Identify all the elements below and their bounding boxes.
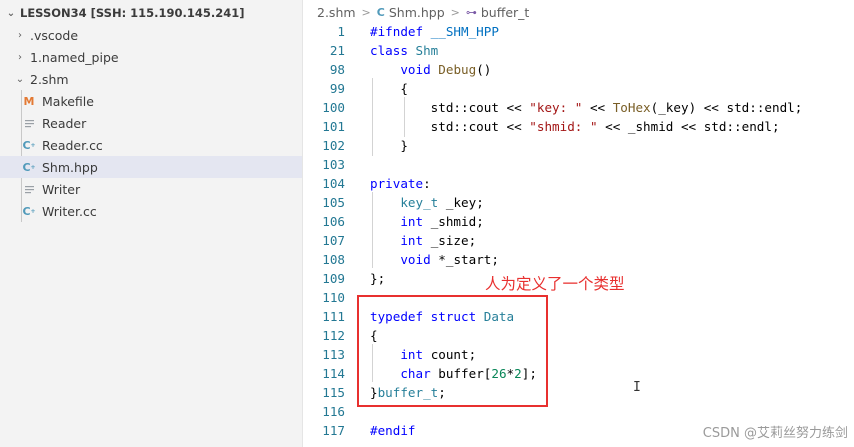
tree-item-label: Writer.cc: [42, 203, 97, 219]
line-number: 110: [322, 290, 345, 305]
code-line[interactable]: 99 {: [303, 79, 854, 98]
breadcrumb-folder[interactable]: 2.shm: [317, 5, 356, 20]
tree-item-label: Reader: [42, 115, 87, 131]
code-line[interactable]: 100 std::cout << "key: " << ToHex(_key) …: [303, 98, 854, 117]
explorer-root-header[interactable]: ⌄ LESSON34 [SSH: 115.190.145.241]: [4, 3, 245, 23]
tree-item-vscode[interactable]: › .vscode: [0, 24, 302, 46]
line-number: 21: [329, 43, 345, 58]
code-line[interactable]: 106 int _shmid;: [303, 212, 854, 231]
code-line[interactable]: 102 }: [303, 136, 854, 155]
tree-item-named-pipe[interactable]: › 1.named_pipe: [0, 46, 302, 68]
tree-item-label: Makefile: [42, 93, 94, 109]
tree-item-reader[interactable]: Reader: [0, 112, 302, 134]
chevron-down-icon: ⌄: [6, 7, 16, 19]
tree-item-label: 2.shm: [30, 71, 69, 87]
breadcrumb-file[interactable]: Shm.hpp: [389, 5, 445, 20]
code-line[interactable]: 21 class Shm: [303, 41, 854, 60]
code-text: int _size;: [400, 233, 477, 248]
text-cursor-icon: I: [633, 380, 641, 395]
tree-item-makefile[interactable]: M Makefile: [0, 90, 302, 112]
line-number: 107: [322, 233, 345, 248]
code-text: void *_start;: [400, 252, 499, 267]
chevron-right-icon: >: [450, 5, 460, 19]
line-number: 112: [322, 328, 345, 343]
line-number: 105: [322, 195, 345, 210]
line-number: 111: [322, 309, 345, 324]
code-line[interactable]: 1 #ifndef __SHM_HPP: [303, 22, 854, 41]
line-number: 98: [329, 62, 345, 77]
code-line[interactable]: 104 private:: [303, 174, 854, 193]
explorer-sidebar: ⌄ LESSON34 [SSH: 115.190.145.241] › .vsc…: [0, 0, 303, 447]
code-text: int _shmid;: [400, 214, 484, 229]
code-text: key_t _key;: [400, 195, 484, 210]
line-number: 103: [322, 157, 345, 172]
code-line[interactable]: 103: [303, 155, 854, 174]
explorer-root-label: LESSON34 [SSH: 115.190.145.241]: [20, 6, 245, 20]
line-number: 113: [322, 347, 345, 362]
code-line[interactable]: 107 int _size;: [303, 231, 854, 250]
chevron-right-icon: ›: [18, 29, 22, 41]
code-text: void Debug(): [400, 62, 492, 77]
line-number: 99: [329, 81, 345, 96]
breadcrumb-symbol[interactable]: buffer_t: [481, 5, 529, 20]
line-number: 115: [322, 385, 345, 400]
tree-item-label: Writer: [42, 181, 81, 197]
code-line[interactable]: 101 std::cout << "shmid: " << _shmid << …: [303, 117, 854, 136]
cpp-icon: C +: [22, 160, 36, 174]
line-number: 114: [322, 366, 345, 381]
makefile-icon: M: [23, 94, 35, 108]
annotation-text: 人为定义了一个类型: [485, 275, 625, 293]
tree-item-label: .vscode: [30, 27, 79, 43]
line-number: 109: [322, 271, 345, 286]
chevron-right-icon: >: [361, 5, 371, 19]
file-icon: [22, 116, 36, 130]
code-text: std::cout << "shmid: " << _shmid << std:…: [430, 119, 780, 134]
tree-item-shm-hpp[interactable]: C + Shm.hpp: [0, 156, 302, 178]
line-number: 102: [322, 138, 345, 153]
code-line[interactable]: 98 void Debug(): [303, 60, 854, 79]
tree-item-reader-cc[interactable]: C + Reader.cc: [0, 134, 302, 156]
cpp-icon: C +: [22, 204, 36, 218]
code-text: {: [370, 81, 408, 96]
code-text: private:: [370, 176, 431, 191]
line-number: 108: [322, 252, 345, 267]
tree-item-label: Shm.hpp: [42, 159, 98, 175]
code-line[interactable]: 105 key_t _key;: [303, 193, 854, 212]
chevron-right-icon: ›: [18, 51, 22, 63]
line-number: 106: [322, 214, 345, 229]
variable-icon: ⊶: [465, 5, 477, 19]
line-number: 116: [322, 404, 345, 419]
breadcrumb: 2.shm > C Shm.hpp > ⊶ buffer_t: [317, 2, 529, 22]
line-number: 104: [322, 176, 345, 191]
annotation-box: [357, 295, 548, 407]
line-number: 1: [337, 24, 345, 39]
code-text: #endif: [370, 423, 416, 438]
tree-item-label: 1.named_pipe: [30, 49, 119, 65]
code-text: class Shm: [370, 43, 439, 58]
tree-item-writer-cc[interactable]: C + Writer.cc: [0, 200, 302, 222]
code-line[interactable]: 108 void *_start;: [303, 250, 854, 269]
tree-item-label: Reader.cc: [42, 137, 103, 153]
line-number: 101: [322, 119, 345, 134]
tree-item-shm[interactable]: ⌄ 2.shm: [0, 68, 302, 90]
cpp-icon: C +: [22, 138, 36, 152]
tree-item-writer[interactable]: Writer: [0, 178, 302, 200]
file-icon: [22, 182, 36, 196]
code-text: #ifndef __SHM_HPP: [370, 24, 499, 39]
chevron-down-icon: ⌄: [15, 73, 25, 85]
line-number: 117: [322, 423, 345, 438]
line-number: 100: [322, 100, 345, 115]
watermark: CSDN @艾莉丝努力练剑: [702, 426, 848, 441]
code-text: std::cout << "key: " << ToHex(_key) << s…: [430, 100, 803, 115]
code-text: };: [370, 271, 386, 286]
cpp-icon: C: [376, 5, 385, 19]
code-text: }: [370, 138, 408, 153]
